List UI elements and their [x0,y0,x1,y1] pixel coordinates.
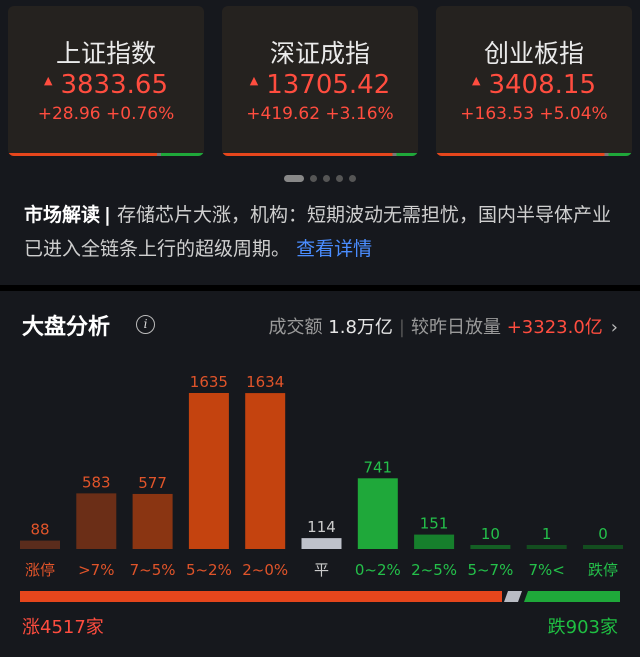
category-label: 涨停 [25,561,55,579]
bar-value-label: 10 [481,525,500,543]
top-panel: 上证指数 ▲ 3833.65 +28.96 +0.76% 深证成指 ▲ 13705.… [0,0,640,285]
bar-group: 583 >7% [76,473,117,579]
market-analysis-panel: 大盘分析 i 成交额 1.8万亿 | 较昨日放量 +3323.0亿 › 88 涨停 583… [0,291,640,657]
bar-value-label: 577 [138,474,167,492]
bar-group: 88 涨停 [20,521,60,579]
carousel-dot[interactable] [310,175,317,182]
breadth-down-segment [524,591,620,602]
bar-value-label: 1635 [190,373,228,391]
index-cards: 上证指数 ▲ 3833.65 +28.96 +0.76% 深证成指 ▲ 13705.… [8,6,632,156]
bar-group: 1635 5~2% [186,373,232,579]
carousel-dot[interactable] [336,175,343,182]
advancers-count: 涨4517家 [22,617,104,638]
breadth-up-segment [20,591,502,602]
index-breadth-bar [436,153,632,156]
bar-group: 151 2~5% [411,515,457,579]
breadth-ratio-bar [20,591,620,602]
index-change: +28.96 +0.76% [37,104,175,124]
bar-value-label: 114 [307,518,336,536]
category-label: 平 [314,561,329,579]
index-card-shenzhen[interactable]: 深证成指 ▲ 13705.42 +419.62 +3.16% [222,6,418,156]
bar [583,545,623,549]
category-label: 7~5% [130,561,176,579]
category-label: 跌停 [588,561,618,579]
carousel-indicator [0,168,640,187]
carousel-dot[interactable] [349,175,356,182]
index-name: 深证成指 [269,39,370,68]
up-arrow-icon: ▲ [249,74,259,87]
bar-group: 1634 2~0% [242,373,288,579]
bar-group: 577 7~5% [130,474,176,579]
bar [526,545,567,549]
bar [188,393,229,549]
breadth-flat-segment [504,591,522,602]
index-card-shanghai[interactable]: 上证指数 ▲ 3833.65 +28.96 +0.76% [8,6,204,156]
bar-group: 0 跌停 [583,525,623,579]
category-label: 7%< [529,561,565,579]
news-separator: | [104,204,111,226]
bar [301,538,342,549]
index-breadth-bar [222,153,418,156]
market-news[interactable]: 市场解读 | 存储芯片大涨，机构：短期波动无需担忧，国内半导体产业已进入全链条上行的… [24,198,624,266]
bar-group: 741 0~2% [355,458,401,579]
up-arrow-icon: ▲ [472,74,481,87]
bar-value-label: 88 [30,521,49,539]
bar [20,540,60,549]
bar [76,493,117,549]
category-label: 5~2% [186,561,232,579]
carousel-dot[interactable] [284,175,304,182]
view-details-link[interactable]: 查看详情 [296,238,372,260]
decliners-count: 跌903家 [547,617,618,638]
index-name: 上证指数 [55,39,156,68]
bar-group: 114 平 [301,518,342,579]
index-change: +163.53 +5.04% [460,104,608,124]
category-label: 0~2% [355,561,401,579]
news-label: 市场解读 [24,204,101,226]
bar [470,545,511,549]
bar [245,393,286,549]
index-price: ▲ 13705.42 [249,70,391,100]
category-label: >7% [78,561,114,579]
index-card-chinext[interactable]: 创业板指 ▲ 3408.15 +163.53 +5.04% [436,6,632,156]
category-label: 2~0% [242,561,288,579]
index-change: +419.62 +3.16% [246,104,394,124]
bar-group: 1 7%< [526,525,567,579]
bar-value-label: 583 [82,473,111,491]
distribution-chart: 88 涨停 583 >7% 577 7~5% 1635 5~2% 1634 2~0% 114 平 741… [20,373,623,579]
bar [132,493,173,549]
bar-value-label: 151 [420,515,449,533]
bar [414,534,455,549]
bar-value-label: 0 [598,525,608,543]
index-price: ▲ 3833.65 [44,70,168,100]
bar-group: 10 5~7% [467,525,513,579]
index-breadth-bar [8,153,204,156]
up-arrow-icon: ▲ [44,74,53,87]
index-price: ▲ 3408.15 [472,70,596,100]
category-label: 2~5% [411,561,457,579]
bar-value-label: 1634 [246,373,284,391]
category-label: 5~7% [467,561,513,579]
index-name: 创业板指 [483,39,584,68]
carousel-dot[interactable] [323,175,330,182]
bar [357,478,398,549]
bar-value-label: 741 [363,458,392,476]
bar-value-label: 1 [542,525,552,543]
